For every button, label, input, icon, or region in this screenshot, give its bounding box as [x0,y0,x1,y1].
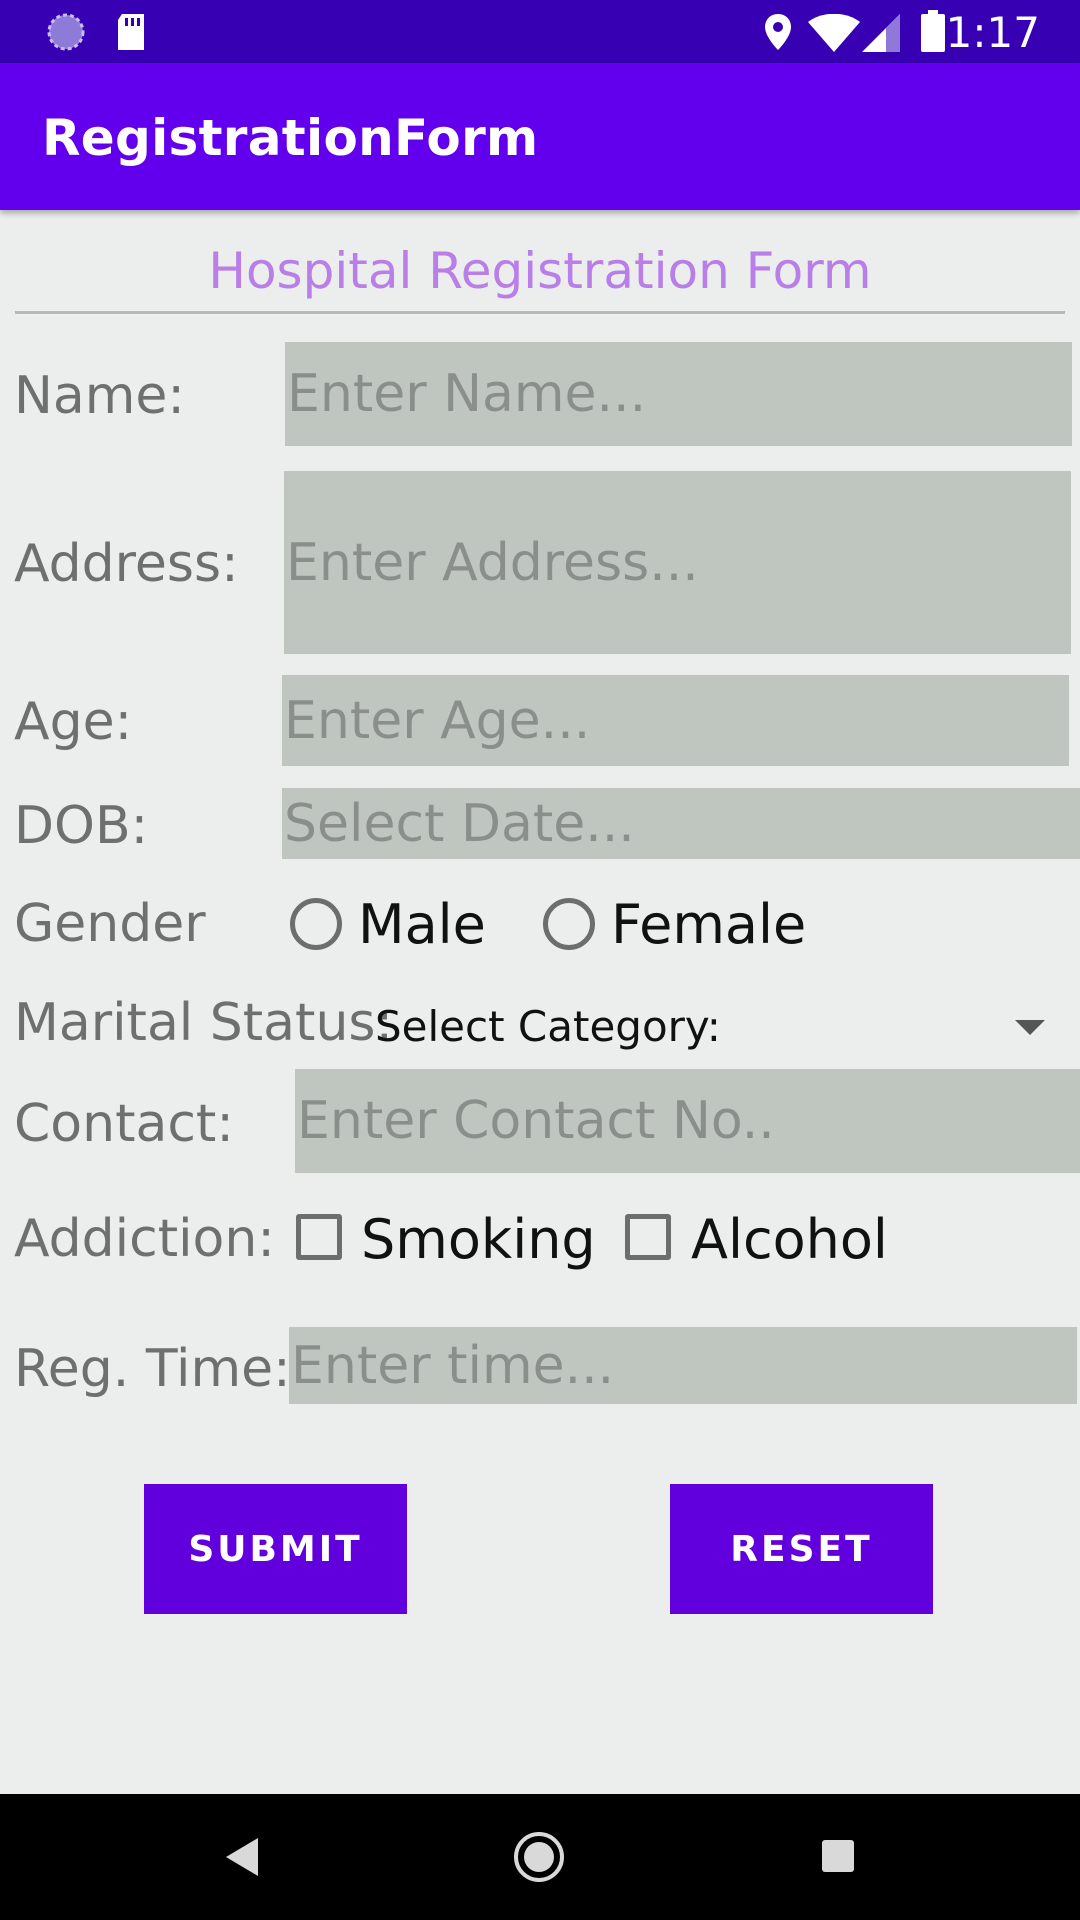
dropdown-arrow-icon [1015,1020,1045,1035]
age-label: Age: [14,692,133,752]
gender-male-radio[interactable] [290,898,342,950]
dob-input[interactable]: Select Date... [282,788,1080,859]
back-icon[interactable] [222,1836,262,1878]
sync-icon [47,13,85,51]
marital-status-dropdown[interactable]: Select Category: [375,998,1065,1058]
gender-female-label[interactable]: Female [611,893,806,956]
smoking-label[interactable]: Smoking [361,1208,596,1271]
reg-time-input[interactable]: Enter time... [289,1327,1077,1404]
contact-input[interactable]: Enter Contact No.. [295,1069,1080,1173]
reg-time-label: Reg. Time: [14,1339,291,1399]
smoking-checkbox[interactable] [296,1214,342,1260]
home-icon[interactable] [512,1830,566,1884]
addiction-label: Addiction: [14,1209,275,1269]
form-heading: Hospital Registration Form [208,242,872,300]
gender-female-radio[interactable] [543,898,595,950]
gender-label: Gender [14,894,206,954]
recents-icon[interactable] [820,1838,856,1874]
status-bar: 1:17 [0,0,1080,63]
app-title: RegistrationForm [42,109,539,167]
sd-card-icon [118,14,144,50]
dob-label: DOB: [14,796,149,856]
age-input[interactable]: Enter Age... [282,675,1069,766]
clock: 1:17 [945,8,1040,57]
location-icon [765,14,791,50]
navigation-bar [0,1794,1080,1920]
app-bar: RegistrationForm [0,63,1080,210]
wifi-icon [808,14,860,52]
heading-divider [15,311,1065,314]
marital-status-selected: Select Category: [375,1002,721,1051]
gender-male-label[interactable]: Male [358,893,486,956]
battery-icon [921,10,945,52]
name-label: Name: [14,366,185,426]
cell-signal-icon [862,14,900,52]
name-input[interactable]: Enter Name... [285,342,1072,446]
address-label: Address: [14,534,239,594]
alcohol-label[interactable]: Alcohol [691,1208,888,1271]
contact-label: Contact: [14,1094,234,1154]
marital-status-label: Marital Status: [14,993,394,1053]
reset-button[interactable]: RESET [670,1484,933,1614]
address-input[interactable]: Enter Address... [284,471,1071,654]
submit-button[interactable]: SUBMIT [144,1484,407,1614]
alcohol-checkbox[interactable] [625,1214,671,1260]
